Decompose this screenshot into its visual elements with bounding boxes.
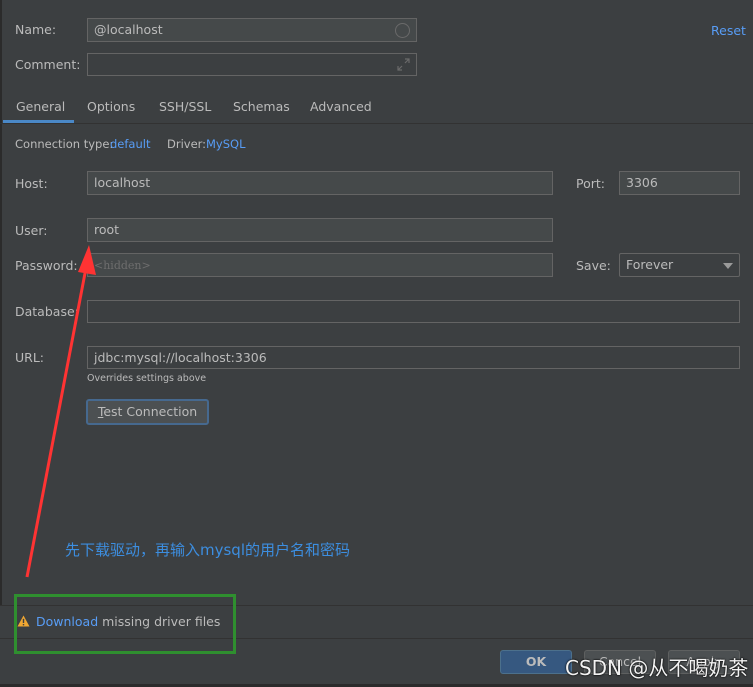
port-label: Port: [576,176,605,191]
test-connection-button[interactable]: Test Connection [86,399,209,425]
save-value: Forever [626,257,674,272]
tab-advanced[interactable]: Advanced [310,99,372,114]
driver-label: Driver: [167,137,207,151]
name-input[interactable]: @localhost [87,18,417,42]
save-label: Save: [576,258,611,273]
tab-ssh-ssl[interactable]: SSH/SSL [159,99,211,114]
expand-icon[interactable] [397,58,410,71]
name-value: @localhost [94,22,163,37]
password-placeholder: <hidden> [94,259,151,272]
chevron-down-icon [723,263,733,269]
port-value: 3306 [626,175,658,190]
connection-type-label: Connection type: [15,137,114,151]
tab-options[interactable]: Options [87,99,135,114]
user-label: User: [15,223,48,238]
tabbar-divider [0,123,753,124]
password-input[interactable]: <hidden> [87,253,553,277]
connection-type-link[interactable]: default [110,137,150,151]
comment-label: Comment: [15,57,81,72]
url-label: URL: [15,350,45,365]
host-input[interactable]: localhost [87,171,553,195]
url-value: jdbc:mysql://localhost:3306 [94,350,267,365]
name-label: Name: [15,22,57,37]
host-label: Host: [15,176,48,191]
comment-input[interactable] [87,53,417,76]
left-border [0,0,2,605]
driver-link[interactable]: MySQL [206,137,246,151]
url-hint: Overrides settings above [87,373,207,384]
test-connection-label: est Connection [103,404,198,419]
tab-general[interactable]: General [16,99,65,114]
database-label: Database: [15,304,79,319]
tab-schemas[interactable]: Schemas [233,99,290,114]
annotation-text: 先下载驱动，再输入mysql的用户名和密码 [65,541,350,559]
host-value: localhost [94,175,151,190]
user-input[interactable]: root [87,218,553,242]
user-value: root [94,222,120,237]
reset-link[interactable]: Reset [711,23,746,38]
color-circle-icon[interactable] [395,23,410,38]
watermark: CSDN @从不喝奶茶 [565,656,749,680]
save-dropdown[interactable]: Forever [619,253,740,277]
ok-button[interactable]: OK [500,650,572,674]
port-input[interactable]: 3306 [619,171,740,195]
url-input[interactable]: jdbc:mysql://localhost:3306 [87,346,740,369]
annotation-highlight-box [14,594,236,654]
database-input[interactable] [87,300,740,323]
password-label: Password: [15,258,78,273]
